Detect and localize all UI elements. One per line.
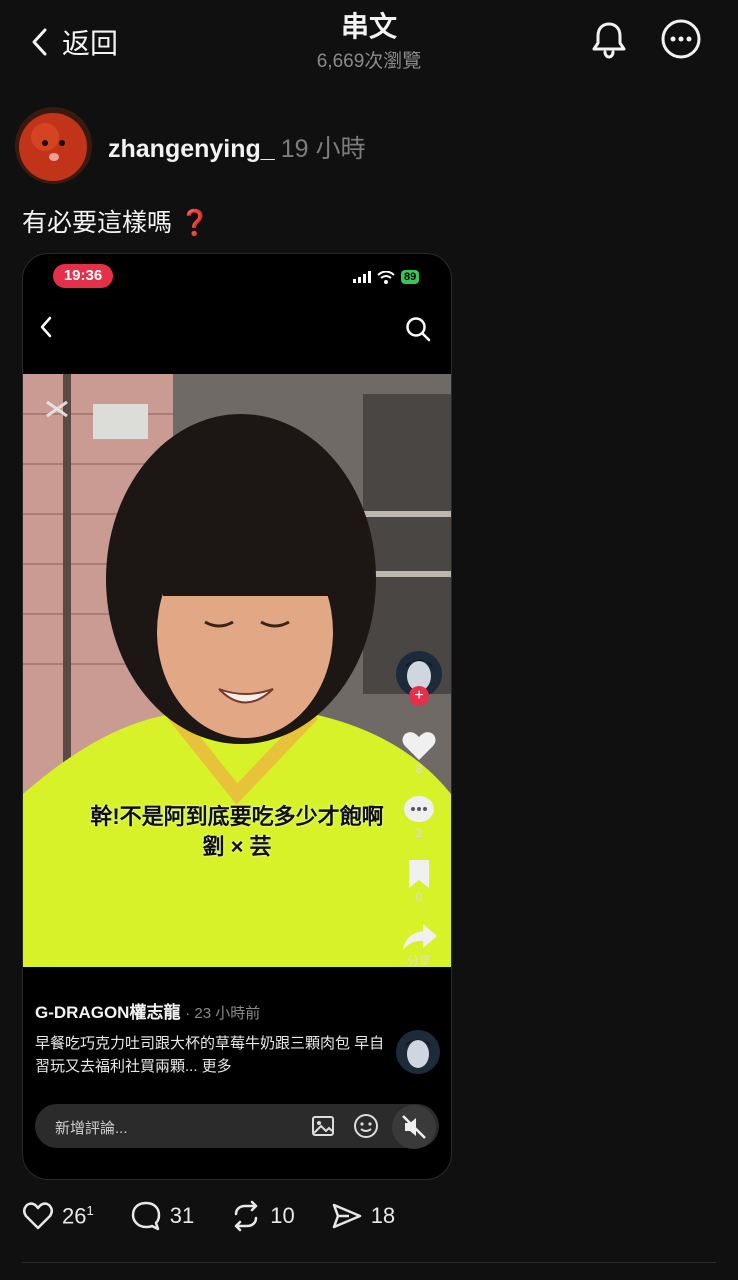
more-options-button[interactable] [660,18,702,60]
video-save-button: 0 [391,858,447,904]
music-disc-avatar [395,1029,441,1075]
subtitle-line-2: 劉 × 芸 [202,834,272,859]
video-share-button: 分享 [391,922,447,969]
share-arrow-icon [391,922,447,952]
bookmark-icon [391,858,447,890]
mute-icon [391,1104,437,1150]
author-row: zhangenying_ 19 小時 [108,129,365,165]
video-comment-count: 2 [415,826,423,840]
search-icon [405,316,431,342]
post-caption: 有必要這樣嗎 ❓ [22,209,211,237]
heart-icon [22,1201,54,1231]
send-icon [331,1200,363,1232]
notification-bell-button[interactable] [588,18,630,60]
repost-button[interactable]: 10 [230,1200,295,1232]
signal-icon [353,271,371,283]
status-time: 19:36 [53,264,113,288]
avatar[interactable] [15,107,92,184]
post-time: 19 小時 [280,135,366,163]
share-button[interactable]: 18 [331,1200,395,1232]
screenshot-back-icon [39,316,53,338]
video-like-button: 8 [391,728,447,776]
creator-avatar: + [395,650,443,706]
video-frame [23,374,451,967]
video-description: 早餐吃巧克力吐司跟大杯的草莓牛奶跟三顆肉包 早自習玩又去福利社買兩顆... 更多 [35,1035,385,1075]
like-button[interactable]: 261 [22,1201,94,1231]
like-count-superscript: 1 [86,1202,94,1218]
share-count: 18 [370,1203,396,1228]
repost-count: 10 [270,1203,295,1228]
follow-plus-icon: + [409,686,429,706]
video-save-count: 0 [415,890,423,904]
heart-icon [391,728,447,762]
video-comment-button: 2 [391,794,447,840]
like-count: 26 [62,1203,87,1229]
comment-placeholder: 新增評論... [55,1120,128,1137]
video-author-row: G-DRAGON權志龍 · 23 小時前 [35,998,260,1023]
repost-icon [230,1200,262,1232]
screenshot-comment-bar: 新增評論... [35,1104,439,1150]
post-action-bar: 261 31 10 18 [22,1200,431,1232]
video-subtitle: 幹!不是阿到底要吃多少才飽啊 劉 × 芸 [23,802,451,862]
username[interactable]: zhangenying_ [108,135,275,163]
attached-screenshot[interactable]: 19:36 89 幹!不是阿到底要吃多少才飽啊 劉 × 芸 + 8 2 0 分享… [22,253,452,1180]
comment-button[interactable]: 31 [130,1200,194,1232]
video-side-actions: + 8 2 0 分享 [391,650,447,969]
subtitle-line-1: 幹!不是阿到底要吃多少才飽啊 [90,804,384,829]
more-dots-icon [660,18,702,60]
video-share-label: 分享 [406,954,431,968]
battery-level: 89 [401,270,420,284]
video-author-name: G-DRAGON權志龍 [35,1003,181,1022]
chat-bubble-icon [391,794,447,826]
video-like-count: 8 [415,762,423,776]
bell-icon [588,18,630,60]
divider [22,1262,716,1263]
image-icon [311,1114,335,1138]
comment-count: 31 [169,1203,195,1228]
status-icons: 89 [353,270,420,284]
video-time: · 23 小時前 [185,1005,261,1022]
emoji-icon [353,1113,379,1139]
wifi-icon [377,270,395,284]
comment-bubble-icon [130,1200,162,1232]
